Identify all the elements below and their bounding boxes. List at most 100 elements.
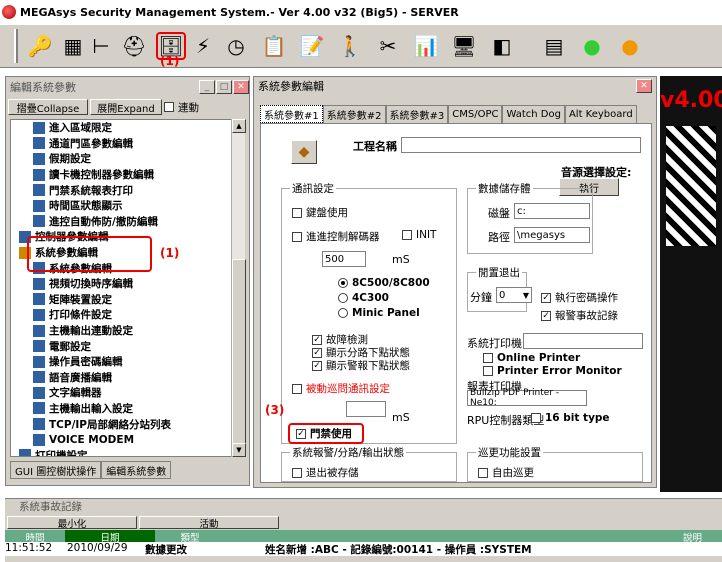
person-icon[interactable]: 🚶: [334, 30, 366, 62]
panel-icon[interactable]: ◧: [486, 30, 518, 62]
tree-item[interactable]: 主機輸出輸入設定: [11, 401, 231, 417]
tree-scrollbar[interactable]: ▲ ▼: [231, 119, 246, 457]
patrol-group: 巡更功能設置 自由巡更: [467, 445, 643, 482]
diamond-button[interactable]: ◆: [291, 140, 317, 164]
hardhat-icon[interactable]: ⛑: [118, 30, 150, 62]
chart-icon[interactable]: 📊: [410, 30, 442, 62]
tree-item[interactable]: 進入區域限定: [11, 120, 231, 136]
tree-item[interactable]: 打印機設定: [11, 447, 231, 456]
tab-system-params-2[interactable]: 系統參數#2: [322, 105, 386, 123]
path-input[interactable]: \megasys: [514, 227, 590, 243]
tab-alt-keyboard[interactable]: Alt Keyboard: [564, 105, 637, 123]
event-log-panel: 系統事故記錄 最小化 活動 時間 日期 類型 說明 11:51:52 2010/…: [5, 498, 722, 562]
close-button[interactable]: ✕: [233, 80, 249, 94]
online-printer-checkbox[interactable]: Online Printer: [483, 352, 580, 364]
tools-icon[interactable]: ✂: [372, 30, 404, 62]
tree-item[interactable]: 操作員密碼編輯: [11, 354, 231, 370]
grid-icon[interactable]: ▤: [538, 30, 570, 62]
scroll-up-icon[interactable]: ▲: [232, 119, 246, 133]
minimize-button[interactable]: _: [199, 80, 215, 94]
gate-controller-checkbox[interactable]: 進進控制解碼器: [292, 229, 380, 244]
report-icon[interactable]: 📋: [258, 30, 290, 62]
patrol-group-label: 巡更功能設置: [476, 445, 543, 460]
password-op-checkbox[interactable]: ✓ 執行密碼操作: [541, 290, 618, 305]
monitor-icon[interactable]: 🖥: [448, 30, 480, 62]
storage-group: 數據儲存體 磁盤 c: 路徑 \megasys: [467, 181, 593, 254]
event-log-title: 系統事故記錄: [19, 501, 82, 513]
radio-8c500[interactable]: 8C500/8C800: [338, 277, 430, 289]
tree-item[interactable]: 進控自動佈防/撤防編輯: [11, 214, 231, 230]
tree-item[interactable]: VOICE MODEM: [11, 432, 231, 448]
tab-edit-system-params[interactable]: 編輯系統參數: [101, 461, 172, 479]
tree-item[interactable]: 電郵設定: [11, 338, 231, 354]
minute-label: 分鐘: [470, 291, 492, 304]
patrol-ms-unit: mS: [392, 411, 410, 424]
function-tree[interactable]: 進入區域限定 通道門區參數編輯 假期設定 讀卡機控制器參數編輯 門禁系統報表打印…: [10, 119, 232, 457]
log-active-button[interactable]: 活動: [139, 516, 279, 530]
tree-icon[interactable]: ⊢: [90, 30, 112, 62]
tree-item[interactable]: 門禁系統報表打印: [11, 182, 231, 198]
app-title-bar: MEGAsys Security Management System.- Ver…: [0, 0, 722, 24]
tree-item[interactable]: 矩陣裝置設定: [11, 292, 231, 308]
dialog-close-button[interactable]: ✕: [636, 79, 652, 93]
tree-item[interactable]: 假期設定: [11, 151, 231, 167]
expand-button[interactable]: 展開Expand: [90, 99, 162, 115]
toolbar-grip[interactable]: [14, 29, 18, 63]
chevron-down-icon[interactable]: ▼: [521, 291, 531, 300]
clock-icon[interactable]: ◷: [220, 30, 252, 62]
scroll-thumb[interactable]: [232, 259, 246, 449]
report-printer-input[interactable]: Bullzip PDF Printer - Ne10:: [467, 388, 587, 408]
tab-cms-opc[interactable]: CMS/OPC: [448, 105, 503, 123]
system-printer-input[interactable]: [523, 333, 643, 349]
log-date: 2010/09/29: [67, 542, 128, 554]
radio-4c300[interactable]: 4C300: [338, 292, 389, 304]
alarm-status-checkbox[interactable]: ✓ 顯示警報下點狀態: [312, 358, 410, 373]
log-header-row: 時間 日期 類型 說明: [5, 530, 722, 544]
dialog-title: 系統參數編輯: [258, 80, 324, 93]
keypad-checkbox[interactable]: 鍵盤使用: [292, 205, 348, 220]
tree-item[interactable]: TCP/IP局部網絡分站列表: [11, 416, 231, 432]
printer-error-checkbox[interactable]: Printer Error Monitor: [483, 365, 622, 377]
log-minimize-button[interactable]: 最小化: [7, 516, 137, 530]
rpu-16bit-checkbox[interactable]: 16 bit type: [531, 412, 610, 424]
scroll-down-icon[interactable]: ▼: [232, 443, 246, 457]
layout-icon[interactable]: ▦: [62, 30, 84, 62]
tab-gui-tree[interactable]: GUI 圖控樹狀操作: [10, 461, 102, 479]
tree-item[interactable]: 視頻切換時序編輯: [11, 276, 231, 292]
project-name-input[interactable]: [401, 137, 641, 153]
timeout-input[interactable]: 500: [322, 251, 366, 267]
keys-icon[interactable]: 🔑: [24, 30, 56, 62]
free-patrol-checkbox[interactable]: 自由巡更: [478, 465, 534, 480]
exit-store-checkbox[interactable]: 退出被存儲: [292, 465, 359, 480]
tree-toolbar: 摺疊Collapse 展開Expand 連動: [6, 97, 249, 117]
minute-select[interactable]: 0 ▼: [496, 287, 532, 303]
main-toolbar: 🔑 ▦ ⊢ ⛑ 🗄 ⚡ ◷ 📋 📝 🚶 ✂ 📊 🖥 ◧ ▤ ● ●: [0, 24, 722, 68]
system-params-dialog: 系統參數編輯 ✕ 系統參數#1 系統參數#2 系統參數#3 CMS/OPC Wa…: [253, 76, 657, 488]
patrol-ms-input[interactable]: [346, 401, 386, 417]
link-checkbox[interactable]: 連動: [164, 100, 199, 115]
tree-item[interactable]: 語音廣播編輯: [11, 370, 231, 386]
log-header-date: 日期: [65, 530, 155, 544]
tree-item[interactable]: 打印條件設定: [11, 307, 231, 323]
passive-patrol-checkbox[interactable]: 被動巡問通訊設定: [292, 381, 390, 396]
background-image: v4.00: [660, 76, 722, 492]
collapse-button[interactable]: 摺疊Collapse: [8, 99, 88, 115]
tab-system-params-1[interactable]: 系統參數#1: [260, 105, 323, 123]
disk-input[interactable]: c:: [514, 203, 590, 219]
comm-settings-group: 通訊設定 鍵盤使用 進進控制解碼器 INIT 500 mS 8C500/8C80…: [281, 181, 457, 444]
alarm-log-checkbox[interactable]: ✓ 報警事故記錄: [541, 308, 618, 323]
log-row[interactable]: 11:51:52 2010/09/29 數據更改 姓名新增 :ABC - 記錄編…: [5, 542, 722, 556]
init-checkbox[interactable]: INIT: [402, 229, 436, 241]
edit-icon[interactable]: 📝: [296, 30, 328, 62]
tree-item[interactable]: 讀卡機控制器參數編輯: [11, 167, 231, 183]
tree-item[interactable]: 通道門區參數編輯: [11, 136, 231, 152]
radio-minic-panel[interactable]: Minic Panel: [338, 307, 420, 319]
tab-watch-dog[interactable]: Watch Dog: [502, 105, 565, 123]
door-access-checkbox[interactable]: ✓ 門禁使用: [288, 423, 364, 444]
maximize-button[interactable]: □: [216, 80, 232, 94]
network-icon[interactable]: ⚡: [192, 30, 214, 62]
tree-item[interactable]: 文字編輯器: [11, 385, 231, 401]
tree-item[interactable]: 主機輸出連動設定: [11, 323, 231, 339]
tree-item[interactable]: 時間區狀態顯示: [11, 198, 231, 214]
tab-system-params-3[interactable]: 系統參數#3: [385, 105, 449, 123]
